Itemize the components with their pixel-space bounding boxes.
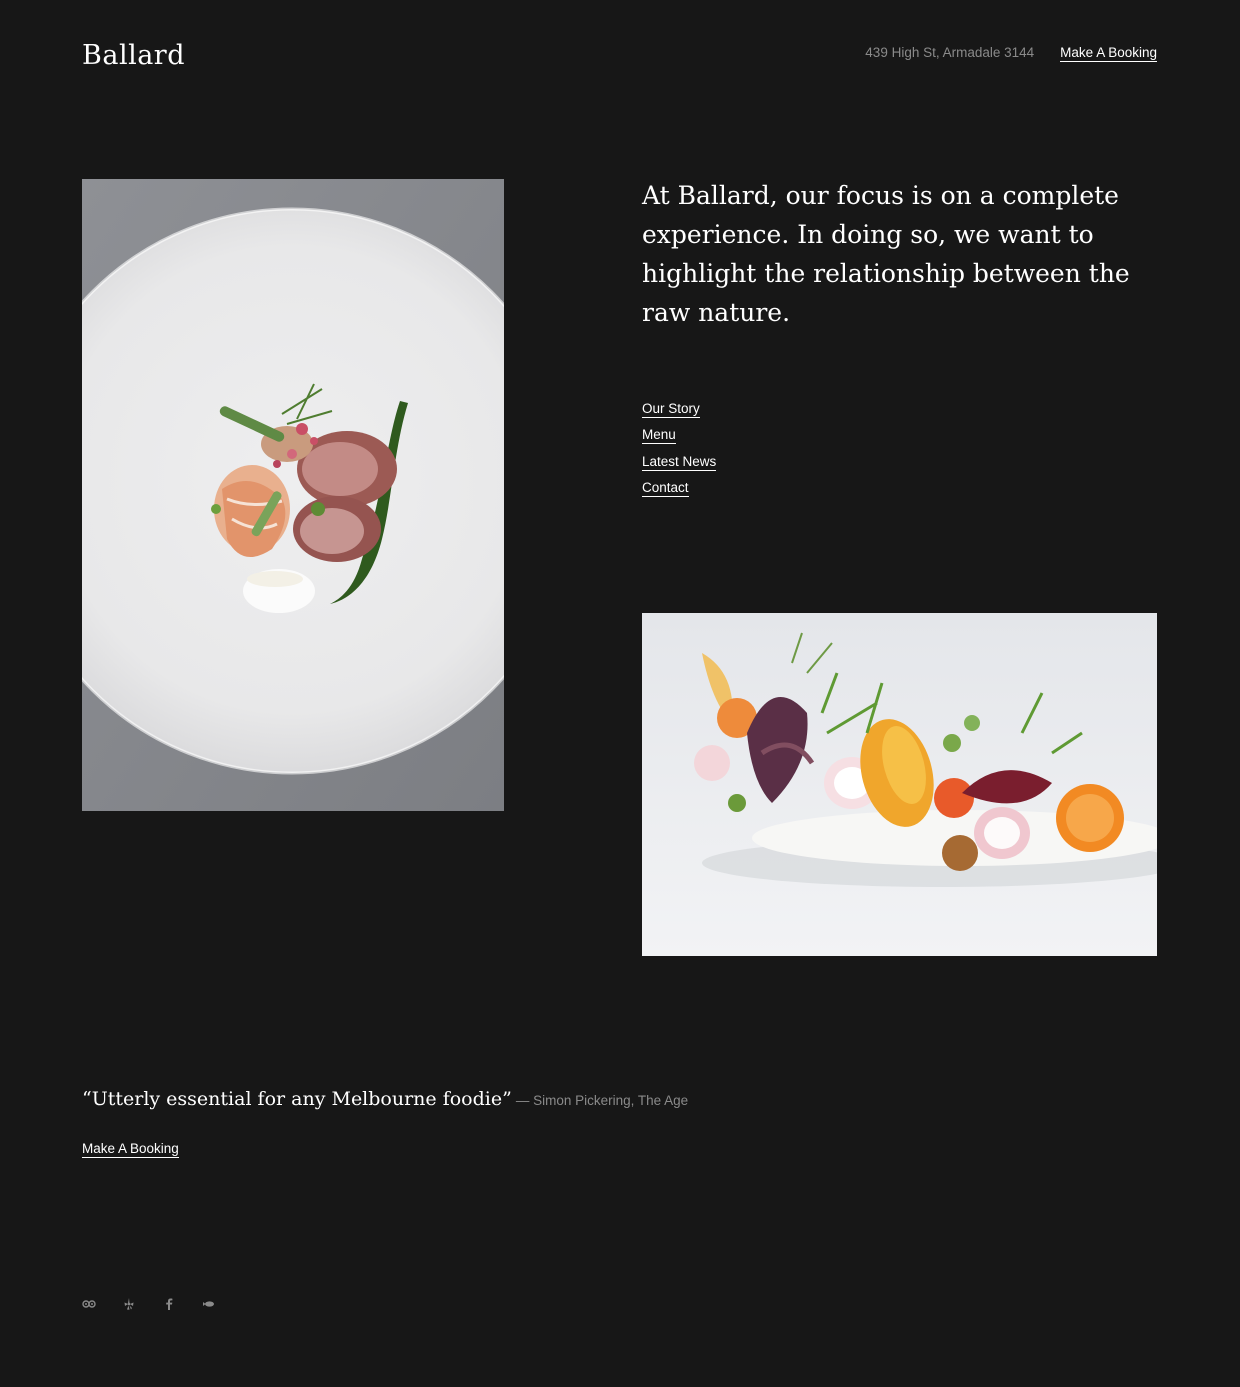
yelp-icon[interactable] (122, 1297, 136, 1311)
main-nav: Our Story Menu Latest News Contact (642, 401, 717, 506)
facebook-icon[interactable] (162, 1297, 176, 1311)
bottom-booking: Make A Booking (82, 1141, 179, 1158)
plated-dish-photo (82, 179, 504, 811)
nav-item-contact: Contact (642, 479, 716, 506)
testimonial-attribution: — Simon Pickering, The Age (515, 1093, 689, 1108)
tripadvisor-icon[interactable] (82, 1297, 96, 1311)
nav-link-latest-news[interactable]: Latest News (642, 453, 717, 471)
address: 439 High St, Armadale 3144 (865, 45, 1035, 60)
testimonial-quote: “Utterly essential for any Melbourne foo… (82, 1088, 512, 1110)
nav-item-menu: Menu (642, 427, 716, 453)
testimonial: “Utterly essential for any Melbourne foo… (82, 1088, 688, 1110)
footer-make-booking-link[interactable]: Make A Booking (82, 1141, 179, 1158)
zomato-icon[interactable] (202, 1297, 216, 1311)
nav-item-our-story: Our Story (642, 401, 716, 427)
nav-item-latest-news: Latest News (642, 453, 717, 480)
social-links (82, 1297, 216, 1311)
make-booking-link[interactable]: Make A Booking (1060, 45, 1157, 62)
salad-dish-photo (642, 613, 1157, 956)
logo[interactable]: Ballard (82, 38, 185, 74)
intro-text: At Ballard, our focus is on a complete e… (642, 181, 1130, 327)
nav-link-contact[interactable]: Contact (642, 479, 689, 497)
nav-link-menu[interactable]: Menu (642, 427, 676, 445)
header-right: 439 High St, Armadale 3144 Make A Bookin… (865, 45, 1157, 62)
nav-link-our-story[interactable]: Our Story (642, 401, 700, 418)
